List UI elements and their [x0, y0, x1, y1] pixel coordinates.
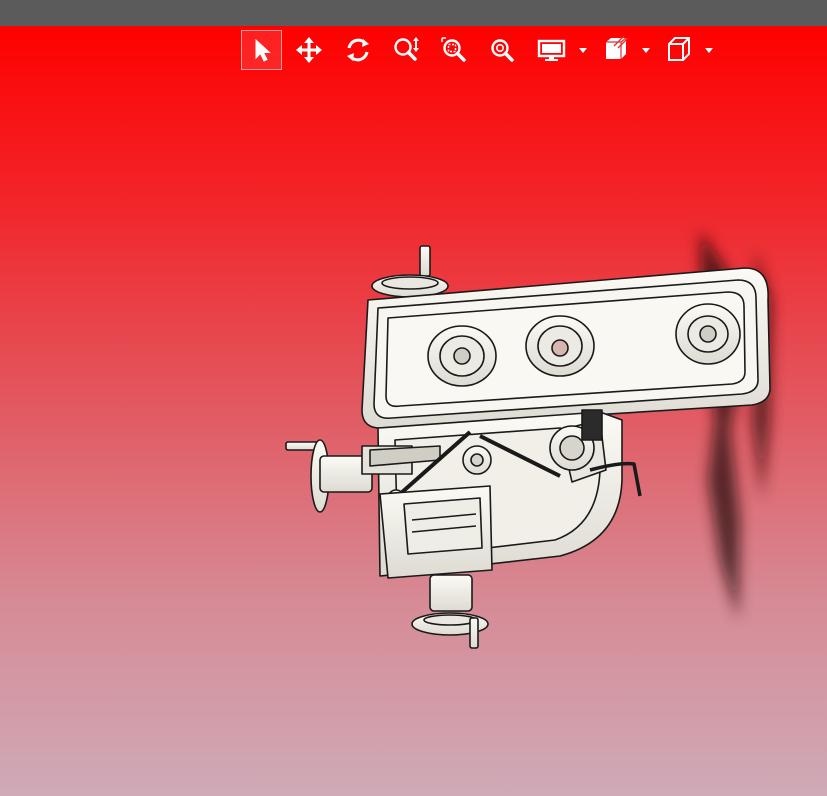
caret-down-icon [579, 47, 587, 53]
display-mode-button[interactable] [535, 30, 569, 70]
monitor-icon [537, 39, 566, 61]
caret-down-icon [705, 47, 713, 53]
rotate-tool-button[interactable] [340, 30, 376, 70]
display-mode-dropdown[interactable] [578, 30, 588, 70]
caret-down-icon [642, 47, 650, 53]
zoom-updown-icon [394, 37, 419, 61]
cursor-arrow-icon [255, 38, 271, 62]
zoom-tool-button[interactable] [390, 30, 422, 70]
drill-press-model[interactable] [0, 26, 827, 796]
zoom-window-tool-button[interactable] [438, 30, 470, 70]
view-cube-icon [668, 37, 690, 61]
section-view-dropdown[interactable] [641, 30, 651, 70]
window-title-bar [0, 0, 827, 26]
select-tool-button[interactable] [241, 30, 282, 70]
zoom-box-icon [441, 37, 466, 62]
view-toolbar [0, 30, 827, 70]
zoom-fit-icon [491, 39, 514, 62]
view-orientation-button[interactable] [660, 30, 696, 70]
cad-viewer-app [0, 0, 827, 796]
model-geometry [285, 245, 771, 649]
section-view-button[interactable] [597, 30, 633, 70]
3d-viewport[interactable] [0, 26, 827, 796]
view-orientation-dropdown[interactable] [704, 30, 714, 70]
move-arrows-icon [296, 37, 322, 63]
rotate-icon [347, 38, 369, 62]
section-cube-icon [606, 36, 629, 59]
pan-tool-button[interactable] [292, 30, 326, 70]
zoom-fit-tool-button[interactable] [486, 30, 518, 70]
